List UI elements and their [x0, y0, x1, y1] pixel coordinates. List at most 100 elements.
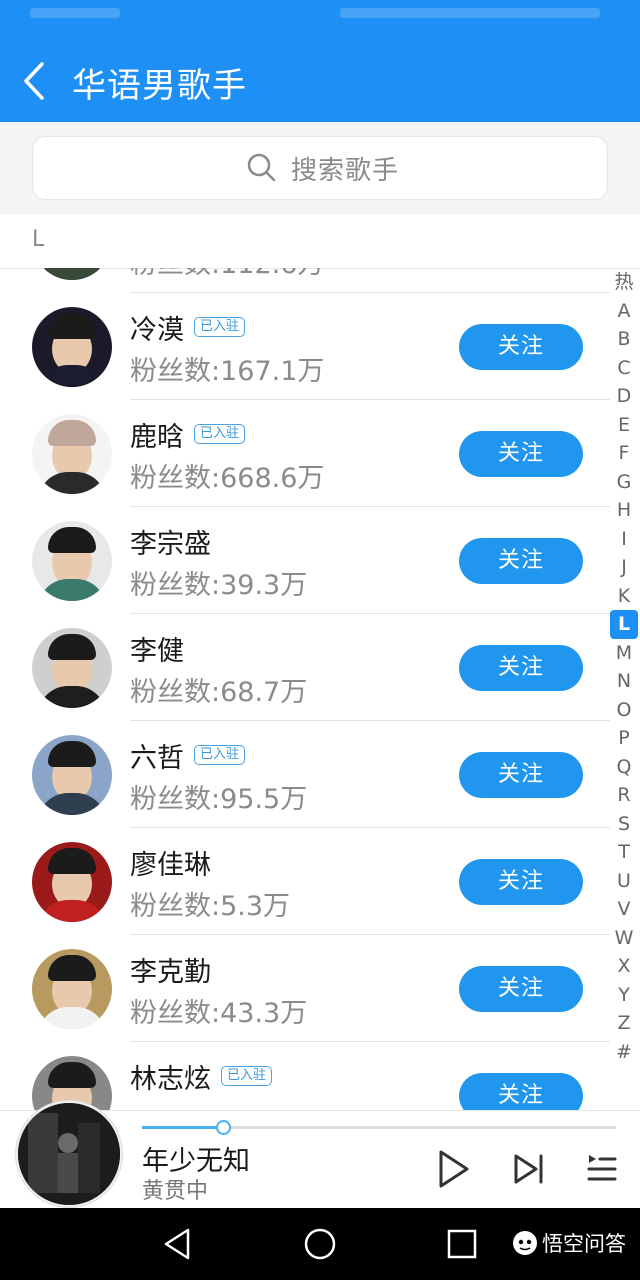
- avatar-body: [38, 686, 106, 708]
- singer-name: 廖佳琳: [130, 849, 211, 881]
- page-title: 华语男歌手: [72, 66, 247, 106]
- avatar-hair: [48, 1062, 96, 1088]
- index-letter[interactable]: 热: [608, 268, 640, 297]
- index-letter[interactable]: Z: [608, 1009, 640, 1038]
- index-letter[interactable]: P: [608, 724, 640, 753]
- singer-row[interactable]: 廖佳琳 粉丝数:5.3万 关注: [0, 828, 610, 935]
- follow-button[interactable]: 关注: [459, 1073, 583, 1110]
- singer-row[interactable]: 鹿晗 已入驻 粉丝数:668.6万 关注: [0, 400, 610, 507]
- play-icon[interactable]: [434, 1149, 472, 1189]
- avatar-hair: [48, 634, 96, 660]
- index-letter[interactable]: V: [608, 895, 640, 924]
- verified-badge: 已入驻: [194, 317, 246, 337]
- album-cover[interactable]: [16, 1101, 122, 1207]
- playlist-icon[interactable]: [586, 1149, 618, 1189]
- chevron-left-icon: [24, 62, 44, 100]
- singer-avatar[interactable]: [32, 949, 112, 1029]
- fan-count: 粉丝数:167.1万: [130, 356, 325, 387]
- follow-button[interactable]: 关注: [459, 859, 583, 905]
- follow-button[interactable]: 关注: [459, 324, 583, 370]
- index-letter[interactable]: O: [608, 696, 640, 725]
- singer-avatar[interactable]: [32, 414, 112, 494]
- index-letter[interactable]: Y: [608, 981, 640, 1010]
- singer-name-line: 李克勤: [130, 951, 211, 988]
- watermark-text: 悟空问答: [542, 1232, 626, 1256]
- fan-count: 粉丝数:95.5万: [130, 784, 308, 815]
- singer-row[interactable]: 六哲 已入驻粉丝数:95.5万 关注: [0, 721, 610, 828]
- avatar-body: [38, 268, 106, 280]
- index-letter[interactable]: K: [608, 582, 640, 611]
- singer-avatar[interactable]: [32, 628, 112, 708]
- singer-name: 冷漠: [130, 314, 184, 346]
- index-letter[interactable]: Q: [608, 753, 640, 782]
- singer-name-line: 冷漠 已入驻: [130, 309, 246, 346]
- avatar-hair: [48, 741, 96, 767]
- singer-avatar[interactable]: [32, 307, 112, 387]
- follow-button[interactable]: 关注: [459, 966, 583, 1012]
- singer-name: 李宗盛: [130, 528, 211, 560]
- avatar-hair: [48, 313, 96, 339]
- index-letter[interactable]: F: [608, 439, 640, 468]
- section-letter: L: [32, 227, 45, 252]
- search-area: 搜索歌手: [0, 122, 640, 214]
- singer-list-viewport[interactable]: 李玉刚已入驻粉丝数:112.6万关注冷漠已入驻粉丝数:167.1万关注鹿晗已入驻…: [0, 268, 610, 1110]
- avatar-hair: [48, 527, 96, 553]
- follow-button[interactable]: 关注: [459, 431, 583, 477]
- next-track-icon[interactable]: [512, 1149, 546, 1189]
- index-letter[interactable]: R: [608, 781, 640, 810]
- index-letter[interactable]: H: [608, 496, 640, 525]
- singer-name: 林志炫: [130, 1063, 211, 1095]
- index-letter[interactable]: G: [608, 468, 640, 497]
- system-navigation-bar: 悟空问答: [0, 1208, 640, 1280]
- index-letter[interactable]: I: [608, 525, 640, 554]
- singer-avatar[interactable]: [32, 268, 112, 280]
- index-letter[interactable]: U: [608, 867, 640, 896]
- fan-count: 粉丝数:43.3万: [130, 998, 308, 1029]
- singer-row[interactable]: 李宗盛 粉丝数:39.3万 关注: [0, 507, 610, 614]
- nav-recents-icon[interactable]: [444, 1226, 480, 1262]
- singer-row[interactable]: 李玉刚已入驻粉丝数:112.6万关注: [0, 268, 610, 293]
- singer-row[interactable]: 李健 粉丝数:68.7万 关注: [0, 614, 610, 721]
- index-letter[interactable]: J: [608, 553, 640, 582]
- index-letter[interactable]: #: [608, 1038, 640, 1067]
- nav-home-icon[interactable]: [302, 1226, 338, 1262]
- follow-button[interactable]: 关注: [459, 645, 583, 691]
- singer-row[interactable]: 林志炫 已入驻 关注: [0, 1042, 610, 1110]
- follow-button[interactable]: 关注: [459, 538, 583, 584]
- follow-button[interactable]: 关注: [459, 752, 583, 798]
- index-letter[interactable]: S: [608, 810, 640, 839]
- nav-back-icon[interactable]: [160, 1226, 196, 1262]
- index-letter[interactable]: X: [608, 952, 640, 981]
- index-letter[interactable]: D: [608, 382, 640, 411]
- progress-bar[interactable]: [142, 1120, 616, 1135]
- avatar-body: [38, 579, 106, 601]
- singer-row[interactable]: 李克勤粉丝数:43.3万 关注: [0, 935, 610, 1042]
- index-letter[interactable]: E: [608, 411, 640, 440]
- index-letter[interactable]: W: [608, 924, 640, 953]
- index-letter[interactable]: A: [608, 297, 640, 326]
- index-letter[interactable]: L: [610, 610, 638, 639]
- singer-name-line: 六哲 已入驻: [130, 737, 246, 774]
- singer-name-line: 李宗盛: [130, 523, 211, 560]
- index-letter[interactable]: T: [608, 838, 640, 867]
- avatar-hair: [48, 848, 96, 874]
- index-letter[interactable]: N: [608, 667, 640, 696]
- index-letter[interactable]: M: [608, 639, 640, 668]
- search-input[interactable]: 搜索歌手: [32, 136, 608, 200]
- singer-row[interactable]: 冷漠 已入驻粉丝数:167.1万 关注: [0, 293, 610, 400]
- singer-avatar[interactable]: [32, 521, 112, 601]
- singer-avatar[interactable]: [32, 735, 112, 815]
- fan-count: 粉丝数:668.6万: [130, 463, 325, 494]
- title-bar: 华语男歌手: [0, 40, 640, 122]
- progress-knob[interactable]: [215, 1120, 231, 1135]
- singer-avatar[interactable]: [32, 842, 112, 922]
- index-letter[interactable]: B: [608, 325, 640, 354]
- back-button[interactable]: [16, 56, 60, 106]
- singer-list: 李玉刚已入驻粉丝数:112.6万关注冷漠已入驻粉丝数:167.1万关注鹿晗已入驻…: [0, 268, 610, 1110]
- search-icon: [247, 153, 276, 182]
- index-letter[interactable]: C: [608, 354, 640, 383]
- singer-name-line: 林志炫 已入驻: [130, 1058, 273, 1095]
- alphabet-index-bar[interactable]: 热 A B C D E F G H I J K L M N O P Q R S T U V W X Y Z #: [608, 268, 640, 1066]
- song-artist: 黄贯中: [142, 1179, 209, 1204]
- avatar-hair: [48, 420, 96, 446]
